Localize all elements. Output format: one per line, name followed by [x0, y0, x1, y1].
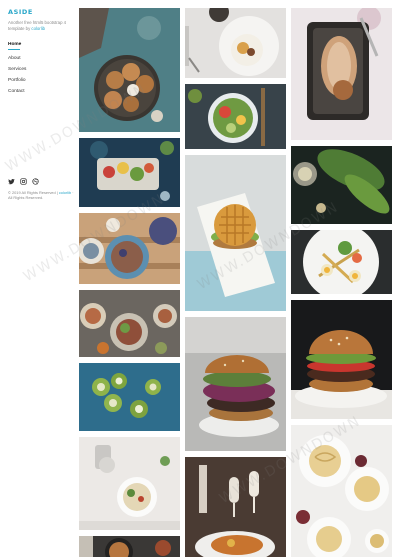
nav-about[interactable]: About: [8, 56, 74, 61]
gallery-photo-cucumber-rolls[interactable]: [79, 363, 180, 431]
gallery-photo-pasta-table[interactable]: [79, 437, 180, 530]
nav-home[interactable]: Home: [8, 42, 74, 50]
gallery-photo-burger-light[interactable]: [291, 300, 392, 419]
site-logo[interactable]: ASIDE: [8, 8, 74, 16]
dribbble-icon[interactable]: [32, 172, 39, 185]
gallery-photo-fresh-greens[interactable]: [291, 146, 392, 224]
gallery-photo-breakfast-bowls[interactable]: [79, 213, 180, 284]
gallery-photo-waffle-sandwich[interactable]: [185, 155, 286, 311]
gallery-photo-salad-tray[interactable]: [79, 138, 180, 207]
copyright-text: © 2019 All Rights Reserved | colorlib · …: [8, 190, 78, 200]
nav-portfolio[interactable]: Portfolio: [8, 78, 74, 83]
main-nav: Home About Services Portfolio Contact: [8, 42, 74, 94]
sidebar: ASIDE Another free html5 bootstrap 4 tem…: [8, 8, 74, 200]
gallery-photo-stuffed-fish[interactable]: [291, 8, 392, 140]
photo-gallery: [79, 8, 393, 557]
gallery-photo-salad-bowl[interactable]: [185, 84, 286, 149]
gallery-photo-wine-dinner[interactable]: [185, 457, 286, 557]
site-tagline: Another free html5 bootstrap 4 template …: [8, 20, 74, 31]
nav-contact[interactable]: Contact: [8, 89, 74, 94]
gallery-photo-grain-bowls[interactable]: [79, 290, 180, 357]
social-links: [8, 172, 39, 185]
instagram-icon[interactable]: [20, 172, 27, 185]
nav-services[interactable]: Services: [8, 67, 74, 72]
gallery-photo-shrimp-salad[interactable]: [291, 230, 392, 294]
gallery-photo-pan-dish[interactable]: [79, 536, 180, 557]
gallery-photo-cookies-plate[interactable]: [79, 8, 180, 132]
gallery-photo-burger-dark[interactable]: [185, 317, 286, 451]
tagline-author-link[interactable]: colorlib: [31, 26, 45, 31]
gallery-photo-spaghetti-plates[interactable]: [291, 425, 392, 557]
twitter-icon[interactable]: [8, 172, 15, 185]
gallery-photo-bowl-on-plate[interactable]: [185, 8, 286, 78]
copyright-author-link[interactable]: colorlib: [59, 190, 71, 195]
